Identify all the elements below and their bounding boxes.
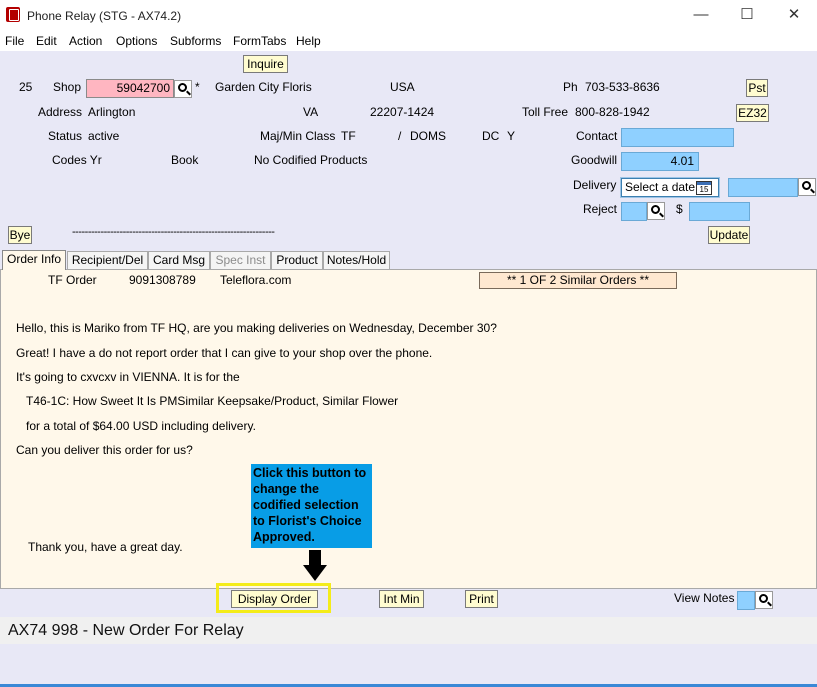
book-label: Book [171,153,199,167]
search-icon [651,205,660,214]
status-bar: AX74 998 - New Order For Relay [0,617,817,644]
menu-subforms[interactable]: Subforms [170,34,221,48]
dc-label: DC [482,129,500,143]
script-line: Can you deliver this order for us? [16,443,193,457]
script-line: It's going to cxvcxv in VIENNA. It is fo… [16,370,240,384]
country: USA [390,80,415,94]
phone-label: Ph [563,80,578,94]
contact-label: Contact [576,129,618,143]
callout-note: Click this button to change the codified… [251,464,372,548]
delivery-search-button[interactable] [798,178,816,196]
minimize-button[interactable]: — [678,0,724,31]
script-line: Great! I have a do not report order that… [16,346,433,360]
arrow-down-icon [309,550,321,566]
tab-spec-inst: Spec Inst [210,251,271,269]
order-source: Teleflora.com [220,273,292,287]
script-line: T46-1C: How Sweet It Is PMSimilar Keepsa… [26,394,399,408]
inquire-button[interactable]: Inquire [243,55,288,73]
reject-input[interactable] [621,202,647,221]
update-button[interactable]: Update [708,226,750,244]
display-order-button[interactable]: Display Order [231,590,318,608]
class-separator: / [398,129,402,143]
maximize-button[interactable]: ☐ [724,0,770,31]
title-bar: Phone Relay (STG - AX74.2) — ☐ ✕ [0,0,817,31]
address-label: Address [38,105,83,119]
tab-order-info[interactable]: Order Info [2,250,66,270]
shop-search-button[interactable] [174,80,192,98]
menu-formtabs[interactable]: FormTabs [233,34,286,48]
delivery-date-placeholder: Select a date [625,180,696,194]
tab-card-msg[interactable]: Card Msg [148,251,210,269]
search-icon [759,594,768,603]
goodwill-label: Goodwill [571,153,618,167]
close-button[interactable]: ✕ [771,0,817,31]
menu-bar: File Edit Action Options Subforms FormTa… [0,31,817,51]
reject-amount-input[interactable] [689,202,750,221]
arrow-head-icon [303,565,327,581]
script-closing-line: Thank you, have a great day. [28,540,183,554]
menu-file[interactable]: File [5,34,24,48]
calendar-icon[interactable]: 15 [696,181,712,195]
codes-yr-label: Codes Yr [52,153,102,167]
ez32-button[interactable]: EZ32 [736,104,769,122]
view-notes-search-button[interactable] [755,591,773,609]
dollar-sign: $ [676,202,683,216]
script-line: for a total of $64.00 USD including deli… [26,419,256,433]
int-min-button[interactable]: Int Min [379,590,424,608]
zip-value: 22207-1424 [370,105,435,119]
search-icon [802,181,811,190]
menu-edit[interactable]: Edit [36,34,57,48]
dc-value: Y [507,129,516,143]
shop-name: Garden City Floris [215,80,312,94]
contact-input[interactable] [621,128,734,147]
delivery-code-input[interactable] [728,178,798,197]
menu-help[interactable]: Help [296,34,321,48]
bye-button[interactable]: Bye [8,226,32,244]
similar-orders-indicator[interactable]: ** 1 OF 2 Similar Orders ** [479,272,677,289]
tf-order-number: 9091308789 [129,273,196,287]
tab-product[interactable]: Product [271,251,323,269]
tollfree-value: 800-828-1942 [575,105,650,119]
app-icon [6,7,20,22]
tab-notes-hold[interactable]: Notes/Hold [323,251,390,269]
menu-options[interactable]: Options [116,34,157,48]
maj-class-value: TF [341,129,356,143]
search-icon [178,83,187,92]
goodwill-input[interactable]: 4.01 [621,152,699,171]
tollfree-label: Toll Free [522,105,569,119]
min-class-value: DOMS [410,129,446,143]
menu-action[interactable]: Action [69,34,102,48]
codified-products-text: No Codified Products [254,153,368,167]
tab-recipient-del[interactable]: Recipient/Del [67,251,148,269]
address-value: Arlington [88,105,136,119]
script-line: Hello, this is Mariko from TF HQ, are yo… [16,321,497,335]
separator-dashes: ----------------------------------------… [72,226,275,238]
reject-label: Reject [583,202,618,216]
shop-input[interactable]: 59042700 [86,79,174,98]
majmin-label: Maj/Min Class [260,129,336,143]
phone-value: 703-533-8636 [585,80,660,94]
delivery-label: Delivery [573,178,617,192]
window-title: Phone Relay (STG - AX74.2) [27,9,182,23]
view-notes-label: View Notes [674,591,735,605]
required-asterisk: * [195,80,200,94]
tf-order-label: TF Order [48,273,97,287]
reject-search-button[interactable] [647,202,665,220]
shop-label: Shop [53,80,82,94]
status-value: active [88,129,120,143]
state-value: VA [303,105,319,119]
status-text: AX74 998 - New Order For Relay [8,622,244,639]
view-notes-input[interactable] [737,591,755,610]
print-button[interactable]: Print [465,590,498,608]
status-label: Status [48,129,83,143]
row-number: 25 [19,80,33,94]
pst-button[interactable]: Pst [746,79,768,97]
